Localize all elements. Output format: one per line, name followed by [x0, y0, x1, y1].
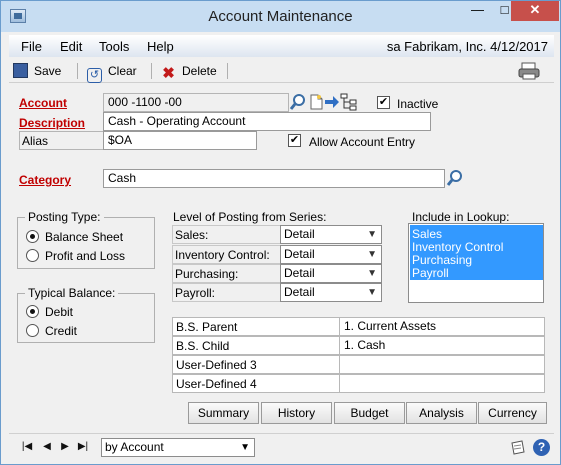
allow-account-entry-checkbox[interactable]: ✔: [288, 134, 301, 147]
lookup-item-purchasing[interactable]: Purchasing: [412, 253, 472, 267]
help-icon[interactable]: ?: [533, 439, 550, 456]
chevron-down-icon: ▼: [367, 287, 377, 298]
alias-label-cell: Alias: [19, 131, 104, 150]
toolbar-separator: [227, 63, 228, 79]
previous-record-icon[interactable]: ◀: [39, 439, 55, 455]
toolbar-separator: [77, 63, 78, 79]
chevron-down-icon: ▼: [367, 229, 377, 240]
account-maintenance-window: Account Maintenance — □ ✕ File Edit Tool…: [0, 0, 561, 465]
sales-label-cell: Sales:: [172, 225, 282, 244]
credit-label: Credit: [45, 324, 78, 338]
inactive-checkbox[interactable]: ✔: [377, 96, 390, 109]
save-icon: [13, 63, 28, 78]
close-button[interactable]: ✕: [511, 1, 559, 21]
payroll-label-cell: Payroll:: [172, 283, 282, 302]
clear-button[interactable]: ↺ Clear: [87, 62, 137, 83]
user-defined-4-field[interactable]: [339, 375, 545, 392]
level-of-posting-title: Level of Posting from Series:: [173, 210, 327, 224]
toolbar: Save ↺ Clear ✖ Delete: [9, 59, 554, 83]
inventory-control-label-cell: Inventory Control:: [172, 245, 282, 264]
last-record-icon[interactable]: ▶|: [75, 439, 91, 455]
menu-bar: File Edit Tools Help sa Fabrikam, Inc. 4…: [9, 35, 554, 57]
chevron-down-icon: ▼: [240, 442, 250, 453]
table-row: User-Defined 3: [172, 355, 545, 374]
table-row: B.S. Child 1. Cash: [172, 336, 545, 355]
balance-sheet-radio[interactable]: [26, 230, 39, 243]
table-row: User-Defined 4: [172, 374, 545, 393]
alias-label: Alias: [22, 134, 49, 148]
menu-file[interactable]: File: [21, 39, 42, 54]
allow-account-entry-label: Allow Account Entry: [309, 135, 416, 149]
category-label: Category: [19, 173, 72, 187]
menu-tools[interactable]: Tools: [99, 39, 129, 54]
sort-order-select[interactable]: by Account ▼: [101, 438, 255, 457]
include-in-lookup-title: Include in Lookup:: [412, 210, 510, 224]
print-button[interactable]: [517, 62, 545, 80]
next-record-icon[interactable]: ▶: [57, 439, 73, 455]
include-in-lookup-list[interactable]: Sales Inventory Control Purchasing Payro…: [408, 223, 544, 303]
posting-type-title: Posting Type:: [25, 210, 104, 224]
menu-edit[interactable]: Edit: [60, 39, 82, 54]
description-field[interactable]: Cash - Operating Account: [103, 112, 431, 131]
save-button[interactable]: Save: [13, 62, 61, 80]
user-defined-3-field[interactable]: [339, 356, 545, 373]
inactive-label: Inactive: [397, 97, 439, 111]
note-icon[interactable]: [509, 439, 527, 457]
typical-balance-title: Typical Balance:: [25, 286, 119, 300]
table-row: B.S. Parent 1. Current Assets: [172, 317, 545, 336]
budget-button[interactable]: Budget: [334, 402, 405, 424]
debit-radio[interactable]: [26, 305, 39, 318]
balance-sheet-table: B.S. Parent 1. Current Assets B.S. Child…: [172, 317, 545, 393]
account-number-field[interactable]: 000 -1100 -00: [103, 93, 289, 112]
purchasing-label-cell: Purchasing:: [172, 264, 282, 283]
delete-icon: ✖: [162, 65, 175, 82]
account-label: Account: [19, 96, 67, 110]
balance-sheet-label: Balance Sheet: [45, 230, 124, 244]
toolbar-separator: [151, 63, 152, 79]
payroll-posting-select[interactable]: Detail ▼: [280, 283, 382, 302]
bs-parent-field[interactable]: 1. Current Assets: [339, 318, 545, 335]
menu-help[interactable]: Help: [147, 39, 174, 54]
category-lookup-icon[interactable]: [446, 169, 464, 187]
minimize-button[interactable]: —: [464, 1, 491, 21]
delete-button[interactable]: ✖ Delete: [161, 62, 216, 82]
history-button[interactable]: History: [261, 402, 332, 424]
printer-icon: [518, 62, 540, 80]
first-record-icon[interactable]: |◀: [19, 439, 35, 455]
category-field[interactable]: Cash: [103, 169, 445, 188]
bottom-bar: |◀ ◀ ▶ ▶| by Account ▼ ?: [9, 433, 554, 460]
sales-posting-select[interactable]: Detail ▼: [280, 225, 382, 244]
currency-button[interactable]: Currency: [478, 402, 547, 424]
lookup-item-payroll[interactable]: Payroll: [412, 266, 449, 280]
chevron-down-icon: ▼: [367, 268, 377, 279]
chevron-down-icon: ▼: [367, 249, 377, 260]
analysis-button[interactable]: Analysis: [406, 402, 477, 424]
bs-child-field[interactable]: 1. Cash: [339, 337, 545, 354]
profit-and-loss-label: Profit and Loss: [45, 249, 126, 263]
account-lookup-icon[interactable]: [289, 93, 307, 111]
typical-balance-group: Typical Balance:: [17, 286, 155, 343]
company-user-date: sa Fabrikam, Inc. 4/12/2017: [386, 39, 548, 54]
profit-and-loss-radio[interactable]: [26, 249, 39, 262]
credit-radio[interactable]: [26, 324, 39, 337]
inventory-control-posting-select[interactable]: Detail ▼: [280, 245, 382, 264]
alias-field[interactable]: $OA: [103, 131, 257, 150]
arrow-right-icon[interactable]: [323, 93, 341, 111]
title-bar: Account Maintenance — □ ✕: [1, 1, 560, 32]
summary-button[interactable]: Summary: [188, 402, 259, 424]
clear-icon: ↺: [87, 68, 102, 83]
description-label: Description: [19, 116, 86, 130]
debit-label: Debit: [45, 305, 74, 319]
lookup-item-inventory-control[interactable]: Inventory Control: [412, 240, 503, 254]
purchasing-posting-select[interactable]: Detail ▼: [280, 264, 382, 283]
lookup-item-sales[interactable]: Sales: [412, 227, 442, 241]
hierarchy-icon[interactable]: [340, 93, 358, 111]
